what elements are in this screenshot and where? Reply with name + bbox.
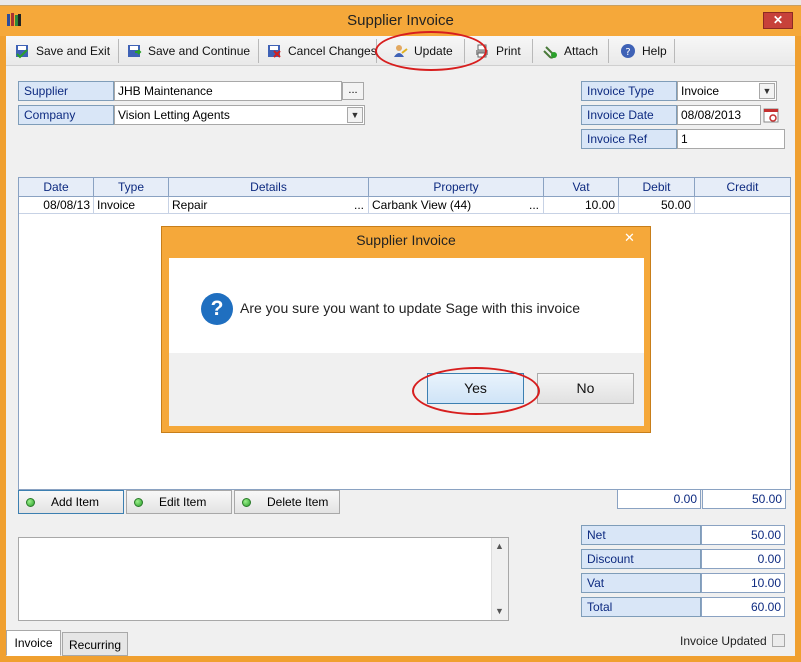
svg-text:?: ? — [625, 47, 630, 58]
chevron-down-icon[interactable]: ▼ — [759, 83, 775, 99]
edit-item-label: Edit Item — [159, 495, 207, 509]
cancel-changes-button[interactable]: Cancel Changes — [266, 39, 377, 63]
cell-property: Carbank View (44) ... — [369, 197, 544, 214]
company-value: Vision Letting Agents — [118, 108, 230, 122]
taskbar-strip — [0, 0, 801, 6]
discount-value: 0.00 — [701, 549, 785, 569]
company-select[interactable]: Vision Letting Agents ▼ — [114, 105, 365, 125]
vat-value: 10.00 — [701, 573, 785, 593]
invoice-type-select[interactable]: Invoice ▼ — [677, 81, 777, 101]
dialog-title: Supplier Invoice — [356, 232, 456, 248]
add-item-label: Add Item — [51, 495, 100, 509]
tab-recurring[interactable]: Recurring — [62, 632, 128, 656]
net-value: 50.00 — [701, 525, 785, 545]
col-debit-header[interactable]: Debit — [619, 178, 695, 197]
toolbar-separator — [118, 39, 119, 63]
window-title: Supplier Invoice — [347, 12, 454, 29]
scroll-up-icon[interactable]: ▲ — [495, 541, 504, 551]
invoice-type-label: Invoice Type — [581, 81, 677, 101]
save-continue-icon — [128, 45, 142, 57]
delete-item-button[interactable]: Delete Item — [234, 490, 340, 514]
toolbar-separator — [532, 39, 533, 63]
close-button[interactable]: ✕ — [763, 12, 793, 29]
credit-total: 50.00 — [702, 489, 786, 509]
toolbar-separator — [608, 39, 609, 63]
invoice-ref-field[interactable]: 1 — [677, 129, 785, 149]
green-led-icon — [134, 497, 143, 507]
save-exit-icon — [16, 45, 28, 59]
invoice-ref-label: Invoice Ref — [581, 129, 677, 149]
invoice-date-label: Invoice Date — [581, 105, 677, 125]
yes-highlight-ring — [412, 367, 540, 415]
supplier-field[interactable]: JHB Maintenance — [114, 81, 342, 101]
green-led-icon — [242, 497, 251, 507]
dialog-body: ? Are you sure you want to update Sage w… — [169, 258, 644, 353]
invoice-date-field[interactable]: 08/08/2013 — [677, 105, 761, 125]
update-highlight-ring — [375, 31, 487, 71]
discount-label: Discount — [581, 549, 701, 569]
edit-item-button[interactable]: Edit Item — [126, 490, 232, 514]
total-label: Total — [581, 597, 701, 617]
cell-vat: 10.00 — [544, 197, 619, 214]
scroll-down-icon[interactable]: ▼ — [495, 606, 504, 616]
save-exit-label: Save and Exit — [36, 44, 111, 58]
add-item-button[interactable]: Add Item — [18, 490, 124, 514]
confirm-dialog: Supplier Invoice ✕ ? Are you sure you wa… — [161, 226, 651, 433]
window-frame: Supplier Invoice ✕ Save and Exit Save an… — [0, 0, 801, 662]
net-label: Net — [581, 525, 701, 545]
invoice-updated-label: Invoice Updated — [680, 634, 767, 648]
dialog-message: Are you sure you want to update Sage wit… — [240, 300, 581, 316]
toolbar-separator — [674, 39, 675, 63]
attach-icon — [543, 46, 557, 59]
supplier-browse-button[interactable]: ... — [342, 82, 364, 100]
cell-property-text: Carbank View (44) — [372, 198, 472, 212]
toolbar-separator — [258, 39, 259, 63]
col-vat-header[interactable]: Vat — [544, 178, 619, 197]
cell-type: Invoice — [94, 197, 169, 214]
cell-date: 08/08/13 — [19, 197, 94, 214]
col-property-header[interactable]: Property — [369, 178, 544, 197]
col-credit-header[interactable]: Credit — [695, 178, 790, 197]
col-date-header[interactable]: Date — [19, 178, 94, 197]
attach-label: Attach — [564, 44, 599, 58]
details-more[interactable]: ... — [354, 197, 364, 213]
company-label: Company — [18, 105, 114, 125]
notes-scrollbar[interactable]: ▲ ▼ — [491, 538, 508, 620]
delete-item-label: Delete Item — [267, 495, 329, 509]
calendar-icon[interactable] — [763, 107, 779, 123]
tab-invoice[interactable]: Invoice — [6, 630, 61, 656]
cancel-changes-label: Cancel Changes — [288, 44, 377, 58]
help-icon: ? — [621, 44, 635, 58]
print-label: Print — [496, 44, 521, 58]
cell-details: Repair ... — [169, 197, 369, 214]
col-details-header[interactable]: Details — [169, 178, 369, 197]
invoice-type-value: Invoice — [681, 84, 720, 98]
attach-button[interactable]: Attach — [542, 39, 598, 63]
chevron-down-icon[interactable]: ▼ — [347, 107, 363, 123]
supplier-label: Supplier — [18, 81, 114, 101]
save-continue-button[interactable]: Save and Continue — [126, 39, 250, 63]
cancel-changes-icon — [268, 45, 281, 58]
invoice-updated-checkbox[interactable] — [772, 634, 785, 647]
cell-debit: 50.00 — [619, 197, 695, 214]
title-bar[interactable]: Supplier Invoice ✕ — [0, 0, 801, 36]
total-value: 60.00 — [701, 597, 785, 617]
cell-credit — [695, 197, 790, 214]
dialog-close-icon[interactable]: ✕ — [616, 230, 643, 247]
cell-details-text: Repair — [172, 198, 208, 212]
save-continue-label: Save and Continue — [148, 44, 251, 58]
dialog-footer: Yes No — [169, 353, 644, 426]
help-button[interactable]: ? Help — [620, 39, 667, 63]
notes-textarea[interactable]: ▲ ▼ — [18, 537, 509, 621]
vat-label: Vat — [581, 573, 701, 593]
help-label: Help — [642, 44, 667, 58]
debit-total: 0.00 — [617, 489, 701, 509]
question-icon: ? — [201, 293, 233, 325]
col-type-header[interactable]: Type — [94, 178, 169, 197]
green-led-icon — [26, 497, 35, 507]
no-button[interactable]: No — [537, 373, 634, 404]
save-exit-button[interactable]: Save and Exit — [14, 39, 110, 63]
property-more[interactable]: ... — [529, 197, 539, 213]
